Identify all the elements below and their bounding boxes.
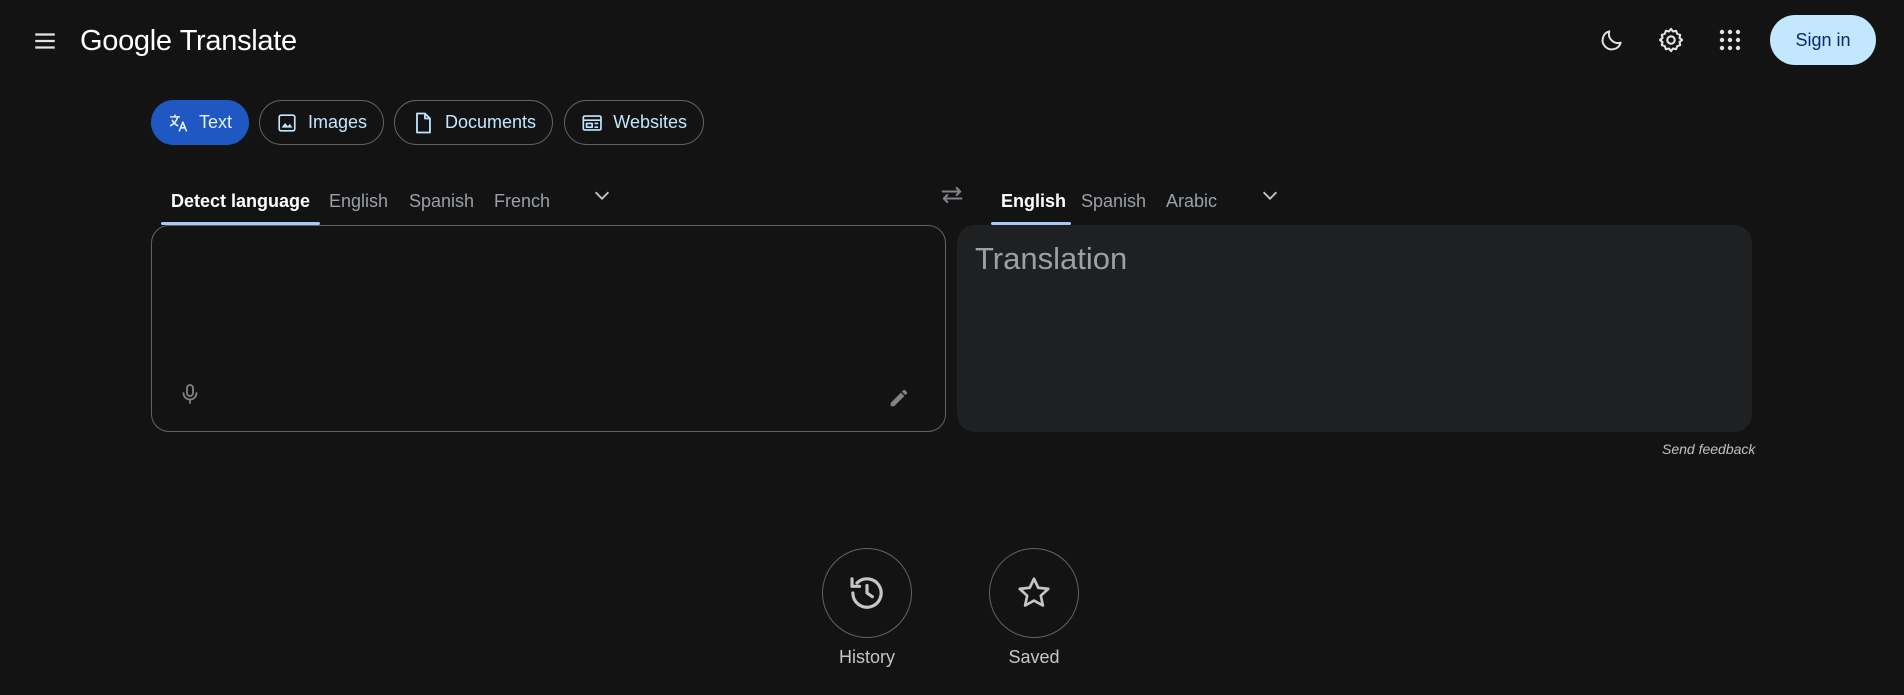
chevron-down-icon: [594, 191, 610, 200]
target-lang-more-button[interactable]: [1252, 177, 1288, 213]
source-lang-more-button[interactable]: [584, 177, 620, 213]
mode-tab-documents[interactable]: Documents: [394, 100, 553, 145]
saved-button[interactable]: [989, 548, 1079, 638]
mode-tab-websites[interactable]: Websites: [564, 100, 704, 145]
source-lang-detect[interactable]: Detect language: [171, 178, 310, 224]
history-button[interactable]: [822, 548, 912, 638]
target-lang-english[interactable]: English: [1001, 178, 1066, 224]
chevron-down-icon: [1262, 191, 1278, 200]
hamburger-menu-icon: [35, 33, 55, 49]
target-lang-arabic[interactable]: Arabic: [1166, 178, 1217, 224]
mode-tab-images[interactable]: Images: [259, 100, 384, 145]
swap-languages-button[interactable]: [933, 176, 971, 214]
logo-translate-text: Translate: [179, 24, 297, 57]
logo-google-text: Google: [80, 24, 172, 57]
source-lang-spanish[interactable]: Spanish: [409, 178, 474, 224]
handwriting-input-button[interactable]: [881, 380, 917, 416]
history-icon: [850, 577, 883, 609]
voice-input-button[interactable]: [172, 376, 208, 412]
translation-placeholder: Translation: [975, 241, 1128, 276]
mode-tab-images-label: Images: [307, 112, 367, 132]
website-icon: [582, 114, 602, 131]
mode-tab-websites-label: Websites: [613, 112, 687, 132]
translation-output-panel: Translation: [957, 225, 1752, 432]
sign-in-button[interactable]: Sign in: [1770, 15, 1876, 65]
source-lang-french[interactable]: French: [494, 178, 550, 224]
star-icon: [1018, 577, 1050, 607]
microphone-icon: [182, 384, 198, 404]
mode-tab-text[interactable]: Text: [151, 100, 249, 145]
document-icon: [416, 112, 431, 133]
source-text-input[interactable]: [170, 244, 920, 364]
moon-icon: [1601, 30, 1622, 51]
mode-tab-documents-label: Documents: [444, 112, 536, 132]
google-apps-button[interactable]: [1708, 18, 1752, 62]
target-lang-spanish[interactable]: Spanish: [1081, 178, 1146, 224]
mode-tab-text-label: Text: [198, 112, 232, 132]
google-translate-logo[interactable]: Google Translate: [80, 22, 297, 60]
source-text-panel: [151, 225, 946, 432]
image-icon: [278, 113, 296, 132]
apps-grid-icon: [1719, 29, 1741, 51]
history-label: History: [838, 647, 895, 667]
source-lang-english[interactable]: English: [329, 178, 388, 224]
settings-button[interactable]: [1649, 18, 1693, 62]
swap-arrows-icon: [941, 186, 963, 204]
pencil-icon: [890, 389, 908, 407]
send-feedback-link[interactable]: Send feedback: [1662, 441, 1755, 457]
saved-label: Saved: [1008, 647, 1060, 667]
dark-theme-button[interactable]: [1590, 18, 1634, 62]
main-menu-button[interactable]: [26, 22, 64, 60]
translate-icon: [169, 113, 188, 132]
gear-icon: [1658, 27, 1684, 53]
